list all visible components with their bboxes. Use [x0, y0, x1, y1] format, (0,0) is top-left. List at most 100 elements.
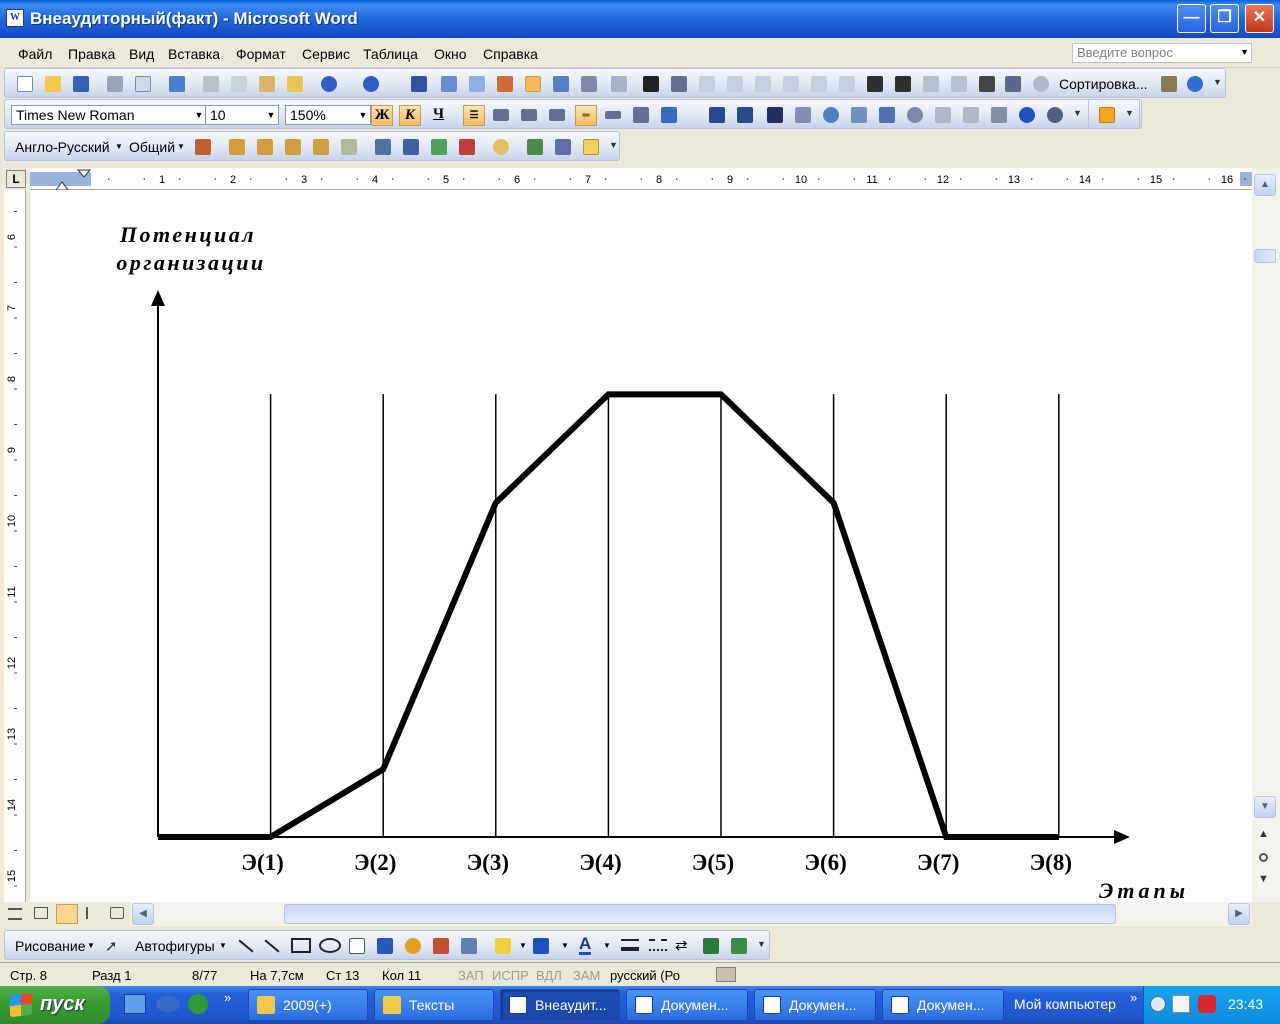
sort-button-label[interactable]: Сортировка...: [1059, 76, 1148, 92]
menu-table[interactable]: Таблица: [363, 46, 418, 62]
menu-format[interactable]: Формат: [236, 46, 286, 62]
align-center-icon[interactable]: [493, 109, 509, 121]
save-icon[interactable]: [73, 76, 89, 92]
help-icon[interactable]: [1187, 76, 1203, 92]
3d-icon[interactable]: [963, 107, 979, 123]
shadow-style-icon[interactable]: [703, 938, 719, 954]
spelling-status-book-icon[interactable]: [716, 967, 736, 982]
print-layout-icon[interactable]: [56, 904, 78, 924]
close-button[interactable]: ✕: [1245, 4, 1274, 33]
insert-rows-icon[interactable]: [699, 76, 715, 92]
fill-color-icon[interactable]: [495, 938, 511, 954]
columns-format-icon[interactable]: [633, 107, 649, 123]
merge-cells-icon[interactable]: [783, 76, 799, 92]
target-diagram-icon[interactable]: [1019, 107, 1035, 123]
scroll-up-button[interactable]: ▲: [1254, 174, 1276, 196]
font-name-dropdown-icon[interactable]: ▼: [192, 106, 206, 124]
menu-insert[interactable]: Вставка: [168, 46, 220, 62]
autoshapes-menu[interactable]: Автофигуры: [135, 938, 215, 954]
align-right-icon[interactable]: [521, 109, 537, 121]
line-style-icon[interactable]: [621, 939, 639, 951]
radial-diagram-icon[interactable]: [879, 107, 895, 123]
symbol-omega-icon[interactable]: [411, 76, 427, 92]
scroll-left-button[interactable]: ◀: [132, 903, 154, 925]
triangle-icon[interactable]: [991, 107, 1007, 123]
taskbar-toolbar-chevron[interactable]: »: [1130, 990, 1137, 1005]
line-tool-icon[interactable]: [238, 939, 254, 953]
word-app-icon[interactable]: W: [6, 9, 24, 27]
outline-icon[interactable]: [923, 76, 939, 92]
justify-icon[interactable]: [549, 109, 565, 121]
translate-document-icon[interactable]: [313, 139, 329, 155]
tools-icon[interactable]: [555, 139, 571, 155]
arrow-tool-icon[interactable]: [264, 939, 280, 953]
line-color-dropdown-icon[interactable]: ▼: [561, 941, 569, 950]
3d-style-icon[interactable]: [731, 938, 747, 954]
research-icon[interactable]: [1161, 76, 1177, 92]
drawing-toggle-icon[interactable]: [525, 76, 541, 92]
redo-icon[interactable]: [363, 76, 379, 92]
status-track-changes[interactable]: ИСПР: [492, 968, 529, 983]
dash-style-icon[interactable]: [649, 939, 667, 951]
horizontal-scroll-thumb[interactable]: [284, 904, 1116, 924]
status-overtype[interactable]: ЗАМ: [573, 968, 600, 983]
dictionary-dropdown-icon[interactable]: ▼: [115, 142, 123, 151]
highlight-icon[interactable]: [1099, 107, 1115, 123]
task-folder-texts[interactable]: Тексты: [374, 989, 494, 1021]
arrow-style-icon[interactable]: ⇄: [675, 936, 688, 954]
wordart-icon[interactable]: [377, 938, 393, 954]
superscript-icon[interactable]: [867, 76, 883, 92]
tables-borders-icon[interactable]: [469, 76, 485, 92]
minimize-button[interactable]: —: [1177, 4, 1206, 33]
show-desktop-icon[interactable]: [124, 994, 146, 1014]
task-word-doc-2[interactable]: Докумен...: [754, 989, 876, 1021]
copy-icon[interactable]: [231, 76, 247, 92]
cut-icon[interactable]: [203, 76, 219, 92]
line-spacing-icon[interactable]: [661, 107, 677, 123]
sort-az-icon[interactable]: [1005, 76, 1021, 92]
insert-rows-below-icon[interactable]: [727, 76, 743, 92]
document-map-icon[interactable]: [671, 76, 687, 92]
quicklaunch-app-icon[interactable]: [156, 996, 180, 1012]
select-objects-icon[interactable]: [795, 107, 811, 123]
next-page-icon[interactable]: ▼: [1258, 873, 1269, 885]
formatting-options-chevron-icon[interactable]: ▼: [1073, 108, 1082, 118]
shadow-icon[interactable]: [935, 107, 951, 123]
speech-icon[interactable]: [493, 139, 509, 155]
reading-layout-icon[interactable]: [110, 907, 124, 919]
web-layout-icon[interactable]: [34, 907, 48, 919]
scroll-down-button[interactable]: ▼: [1254, 796, 1276, 818]
italic-button[interactable]: К: [399, 105, 421, 126]
distribute-button[interactable]: ═: [575, 105, 597, 126]
font-size-dropdown-icon[interactable]: ▼: [264, 106, 278, 124]
zoom-combo[interactable]: 150% ▼: [285, 105, 371, 125]
highlight-options-chevron-icon[interactable]: ▼: [1125, 108, 1134, 118]
task-folder-2009[interactable]: 2009(+): [248, 989, 368, 1021]
help-dropdown-arrow-icon[interactable]: ▼: [1240, 47, 1249, 57]
outline-view-icon[interactable]: [86, 907, 100, 919]
font-color-icon[interactable]: A: [579, 935, 592, 955]
help-search-input[interactable]: Введите вопрос: [1072, 43, 1252, 63]
font-color-dropdown-icon[interactable]: ▼: [603, 941, 611, 950]
lookup-icon[interactable]: [403, 139, 419, 155]
spelling-icon[interactable]: [169, 76, 185, 92]
show-paragraph-marks-icon[interactable]: [643, 76, 659, 92]
font-size-icon[interactable]: [581, 76, 597, 92]
autoshapes-dropdown-icon[interactable]: ▼: [219, 941, 227, 950]
insert-hyperlink-icon[interactable]: [441, 76, 457, 92]
menu-edit[interactable]: Правка: [68, 46, 115, 62]
format-painter-icon[interactable]: [287, 76, 303, 92]
org-chart-icon[interactable]: [851, 107, 867, 123]
translate-paragraph-icon[interactable]: [285, 139, 301, 155]
dictionary-book-icon[interactable]: [375, 139, 391, 155]
horizontal-scrollbar[interactable]: ◀ ▶: [130, 902, 1252, 926]
tray-expand-icon[interactable]: [1150, 996, 1166, 1012]
print-preview-icon[interactable]: [135, 76, 151, 92]
split-cells-icon[interactable]: [811, 76, 827, 92]
cycle-diagram-icon[interactable]: [823, 107, 839, 123]
menu-file[interactable]: Файл: [18, 46, 52, 62]
clipart-icon[interactable]: [433, 938, 449, 954]
translation-options-chevron-icon[interactable]: ▼: [609, 140, 618, 150]
table-grid-icon[interactable]: [839, 76, 855, 92]
drawing-options-chevron-icon[interactable]: ▼: [757, 939, 766, 949]
